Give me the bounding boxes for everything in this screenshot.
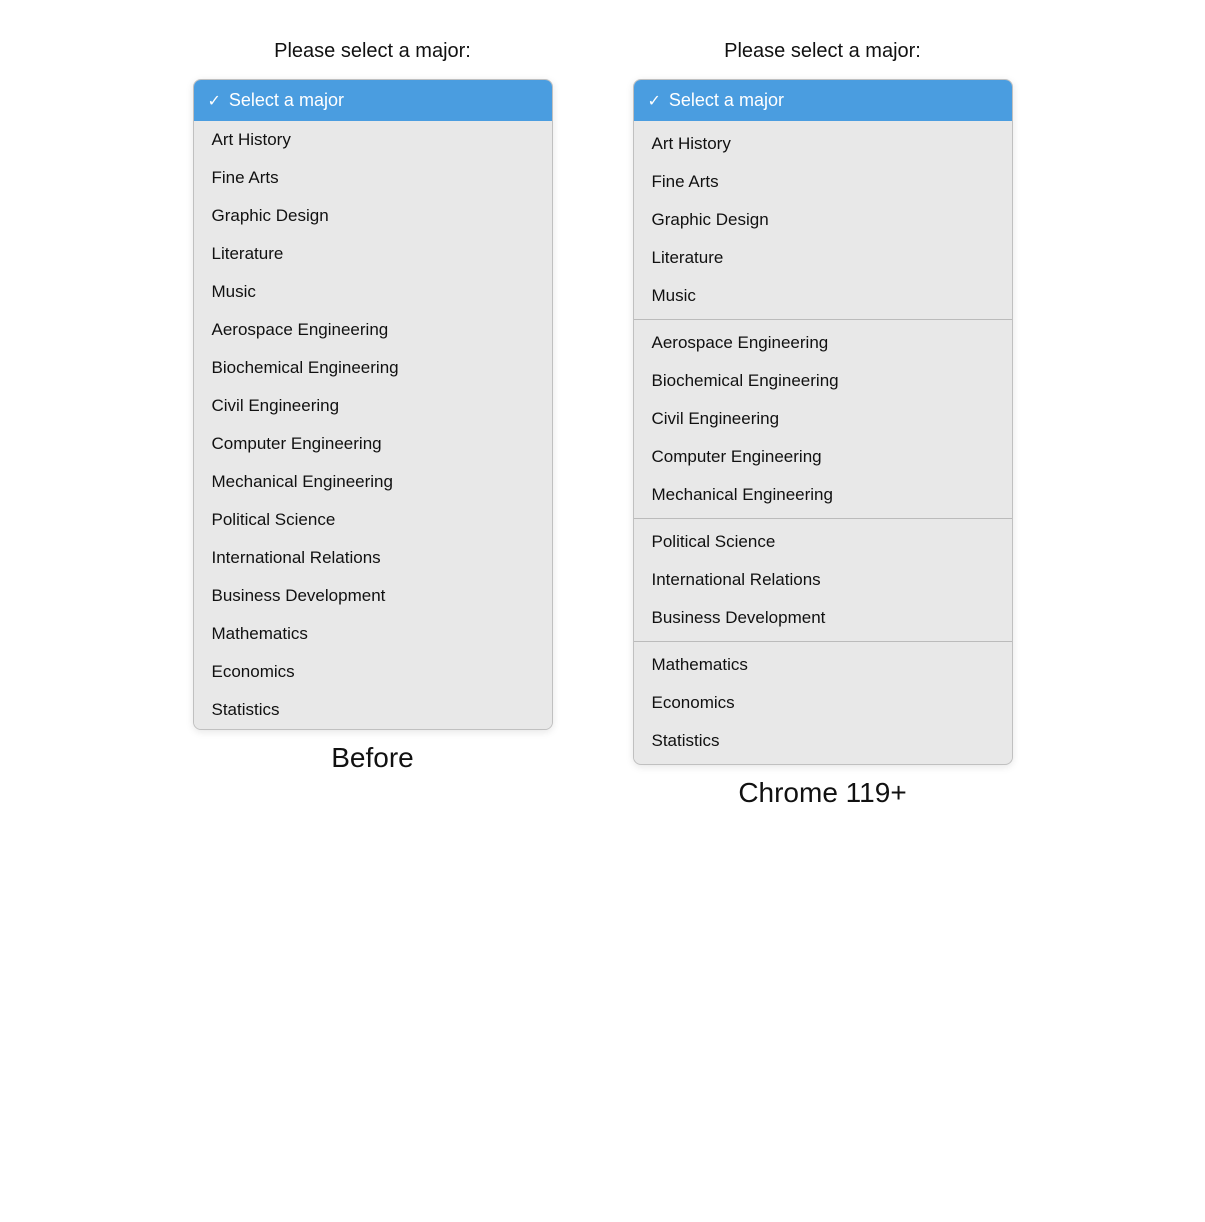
after-dropdown-box[interactable]: ✓ Select a major Art HistoryFine ArtsGra… (633, 79, 1013, 765)
list-item[interactable]: Mechanical Engineering (194, 463, 552, 501)
list-item[interactable]: Biochemical Engineering (194, 349, 552, 387)
before-dropdown-label: Please select a major: (274, 40, 471, 63)
list-item[interactable]: Business Development (634, 599, 1012, 637)
list-item[interactable]: Aerospace Engineering (634, 324, 1012, 362)
before-selected-label: Select a major (229, 90, 344, 111)
list-item[interactable]: International Relations (634, 561, 1012, 599)
list-item[interactable]: Literature (194, 235, 552, 273)
list-item[interactable]: Mathematics (194, 615, 552, 653)
after-footer-label: Chrome 119+ (738, 777, 906, 809)
before-column: Please select a major: ✓ Select a major … (193, 40, 553, 782)
list-item[interactable]: Business Development (194, 577, 552, 615)
list-item[interactable]: Civil Engineering (634, 400, 1012, 438)
before-footer-label: Before (331, 742, 414, 774)
list-item[interactable]: Graphic Design (194, 197, 552, 235)
list-item[interactable]: Graphic Design (634, 201, 1012, 239)
list-item[interactable]: Fine Arts (194, 159, 552, 197)
after-groups-container: Art HistoryFine ArtsGraphic DesignLitera… (634, 121, 1012, 764)
list-item[interactable]: Civil Engineering (194, 387, 552, 425)
before-selected-option[interactable]: ✓ Select a major (194, 80, 552, 121)
list-item[interactable]: Music (194, 273, 552, 311)
list-item[interactable]: Fine Arts (634, 163, 1012, 201)
list-item[interactable]: Political Science (194, 501, 552, 539)
list-item[interactable]: Music (634, 277, 1012, 315)
after-selected-label: Select a major (669, 90, 784, 111)
list-item[interactable]: Art History (634, 125, 1012, 163)
before-options-list: Art HistoryFine ArtsGraphic DesignLitera… (194, 121, 552, 729)
list-item[interactable]: Mechanical Engineering (634, 476, 1012, 514)
checkmark-icon-right: ✓ (648, 91, 661, 111)
list-item[interactable]: Literature (634, 239, 1012, 277)
after-dropdown-label: Please select a major: (724, 40, 921, 63)
after-column: Please select a major: ✓ Select a major … (633, 40, 1013, 817)
list-item[interactable]: Art History (194, 121, 552, 159)
list-item[interactable]: Economics (194, 653, 552, 691)
before-dropdown-box[interactable]: ✓ Select a major Art HistoryFine ArtsGra… (193, 79, 553, 730)
option-group-arts: Art HistoryFine ArtsGraphic DesignLitera… (634, 121, 1012, 319)
after-selected-option[interactable]: ✓ Select a major (634, 80, 1012, 121)
option-group-engineering: Aerospace EngineeringBiochemical Enginee… (634, 319, 1012, 518)
option-group-social: Political ScienceInternational Relations… (634, 518, 1012, 641)
list-item[interactable]: International Relations (194, 539, 552, 577)
list-item[interactable]: Statistics (194, 691, 552, 729)
list-item[interactable]: Economics (634, 684, 1012, 722)
list-item[interactable]: Mathematics (634, 646, 1012, 684)
page-container: Please select a major: ✓ Select a major … (53, 40, 1153, 817)
list-item[interactable]: Computer Engineering (634, 438, 1012, 476)
list-item[interactable]: Statistics (634, 722, 1012, 760)
list-item[interactable]: Biochemical Engineering (634, 362, 1012, 400)
option-group-math: MathematicsEconomicsStatistics (634, 641, 1012, 764)
checkmark-icon: ✓ (208, 91, 221, 111)
list-item[interactable]: Aerospace Engineering (194, 311, 552, 349)
list-item[interactable]: Computer Engineering (194, 425, 552, 463)
list-item[interactable]: Political Science (634, 523, 1012, 561)
